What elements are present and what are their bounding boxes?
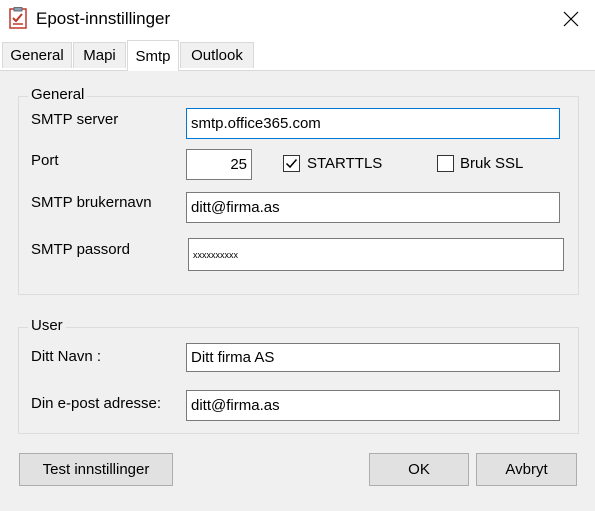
tab-outlook[interactable]: Outlook xyxy=(180,42,254,68)
checklist-app-icon xyxy=(9,7,27,29)
window-title: Epost-innstillinger xyxy=(36,9,171,28)
general-group-legend: General xyxy=(28,86,88,103)
close-button[interactable] xyxy=(548,0,594,38)
smtp-password-label: SMTP passord xyxy=(31,241,130,258)
smtp-password-input[interactable] xyxy=(188,238,564,271)
starttls-checkbox[interactable] xyxy=(283,155,300,172)
smtp-username-label: SMTP brukernavn xyxy=(31,194,152,211)
ssl-checkbox[interactable] xyxy=(437,155,454,172)
smtp-panel: General SMTP server Port STARTTLS Bruk S… xyxy=(0,70,595,511)
test-settings-button[interactable]: Test innstillinger xyxy=(19,453,173,486)
user-group-legend: User xyxy=(28,317,66,334)
smtp-server-label: SMTP server xyxy=(31,111,119,128)
port-label: Port xyxy=(31,152,59,169)
checkmark-icon xyxy=(285,159,298,169)
close-icon xyxy=(563,11,579,27)
title-bar: Epost-innstillinger xyxy=(0,0,595,38)
your-name-input[interactable] xyxy=(186,343,560,372)
tab-general[interactable]: General xyxy=(2,42,72,68)
tab-mapi[interactable]: Mapi xyxy=(73,42,126,68)
tab-smtp[interactable]: Smtp xyxy=(127,40,179,71)
your-email-label: Din e-post adresse: xyxy=(31,395,162,412)
starttls-label: STARTTLS xyxy=(307,155,383,172)
your-name-label: Ditt Navn : xyxy=(31,348,102,365)
smtp-username-input[interactable] xyxy=(186,192,560,223)
ok-button[interactable]: OK xyxy=(369,453,469,486)
smtp-server-input[interactable] xyxy=(186,108,560,139)
ssl-label: Bruk SSL xyxy=(460,155,524,172)
cancel-button[interactable]: Avbryt xyxy=(476,453,577,486)
your-email-input[interactable] xyxy=(186,390,560,421)
port-input[interactable] xyxy=(186,149,252,180)
